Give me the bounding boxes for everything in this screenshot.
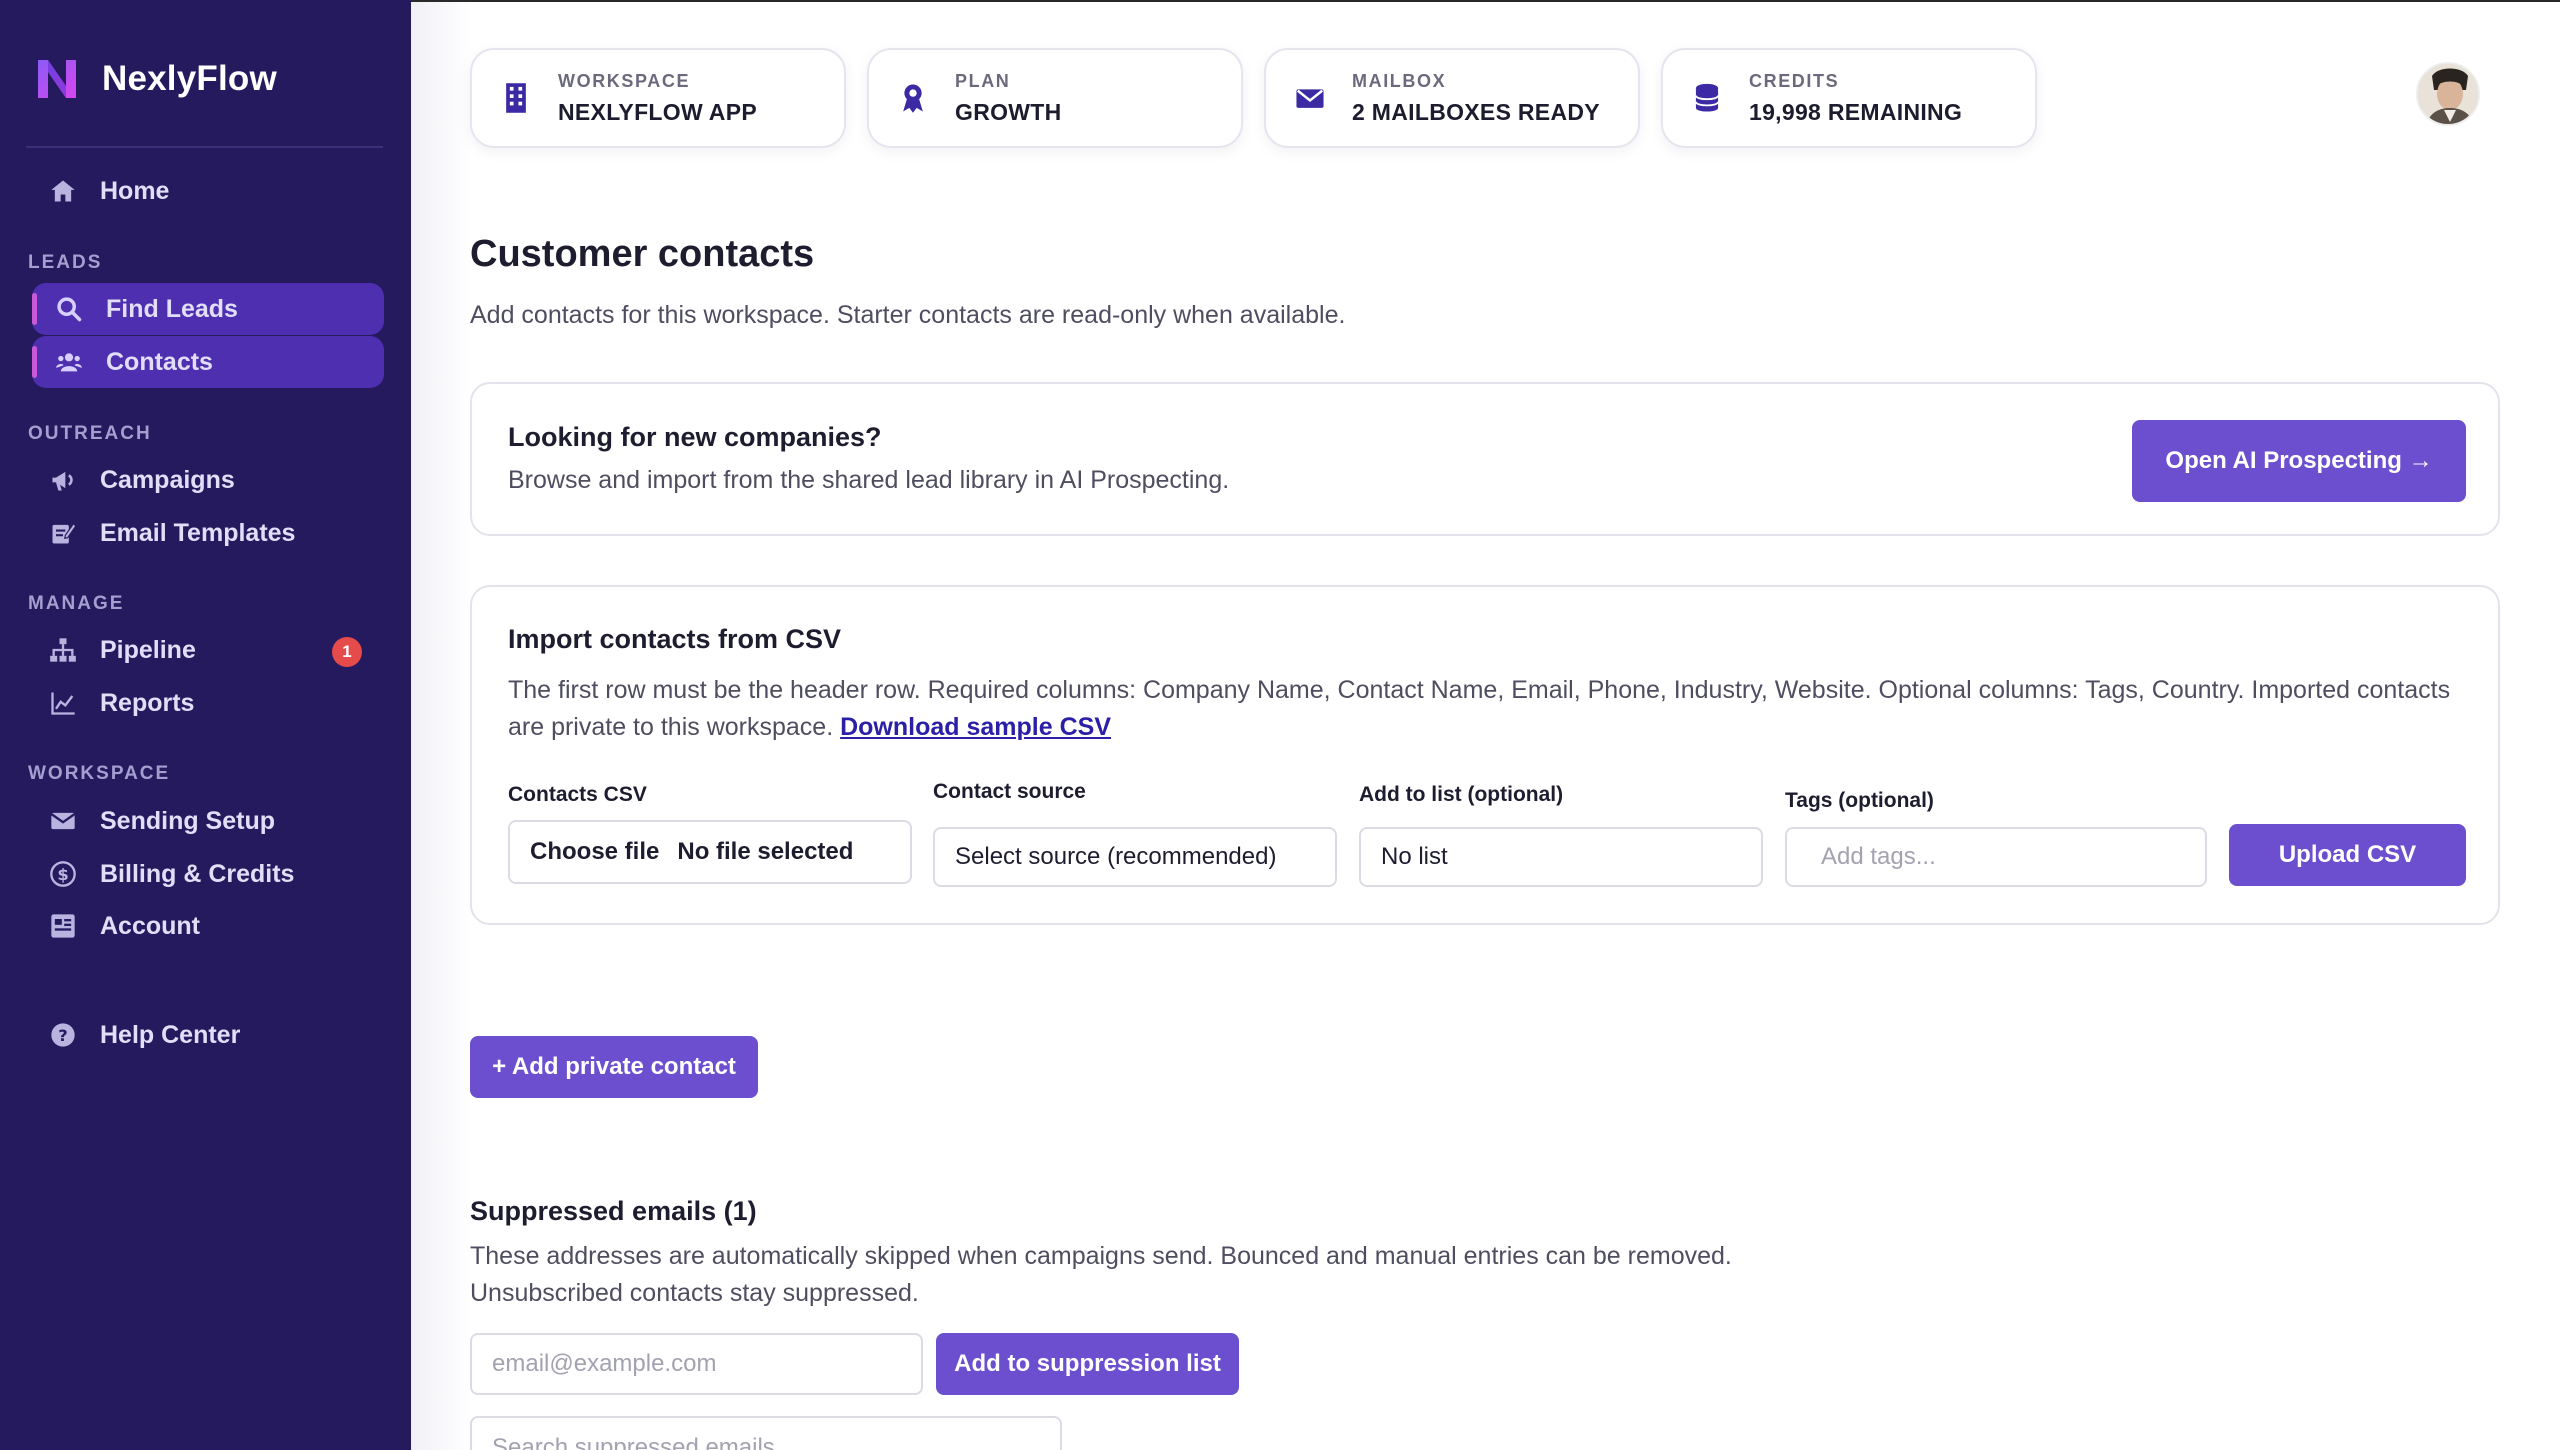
search-suppressed-input[interactable]: Search suppressed emails [470,1416,1062,1450]
sidebar-item-help-center[interactable]: ? Help Center [32,1009,384,1061]
tags-label: Tags (optional) [1785,789,1934,812]
sidebar-item-pipeline[interactable]: Pipeline 1 [32,624,384,676]
sidebar-item-label: Reports [100,688,195,717]
prospecting-text: Browse and import from the shared lead l… [508,466,1230,494]
sidebar-item-find-leads[interactable]: Find Leads [32,283,384,335]
nav-section-workspace: WORKSPACE [28,763,171,784]
envelope-icon [1294,81,1326,115]
tags-placeholder: Add tags... [1821,843,1936,870]
csv-import-text: The first row must be the header row. Re… [508,676,2451,741]
envelope-icon [48,806,78,836]
nav-section-manage: MANAGE [28,593,125,614]
stat-value: 2 MAILBOXES READY [1352,98,1600,125]
sidebar-item-label: Help Center [100,1020,241,1049]
brand[interactable]: NexlyFlow [34,52,277,106]
suppression-email-input[interactable]: email@example.com [470,1333,923,1395]
home-icon [48,176,78,206]
contact-source-select[interactable]: Select source (recommended) [933,827,1337,887]
search-icon [54,294,84,324]
sidebar-item-campaigns[interactable]: Campaigns [32,454,384,506]
search-placeholder: Search suppressed emails [492,1434,775,1450]
csv-import-description: The first row must be the header row. Re… [508,672,2468,746]
sidebar-item-home[interactable]: Home [32,165,384,217]
sidebar-item-label: Sending Setup [100,806,275,835]
stat-card-plan[interactable]: PLAN GROWTH [867,48,1243,148]
contacts-csv-file-input[interactable]: Choose file No file selected [508,820,912,884]
suppressed-emails-description: These addresses are automatically skippe… [470,1242,1732,1307]
csv-import-card: Import contacts from CSV The first row m… [470,585,2500,925]
line-chart-icon [48,688,78,718]
email-placeholder: email@example.com [492,1350,717,1377]
sidebar-item-label: Campaigns [100,465,235,494]
dollar-circle-icon: $ [48,859,78,889]
top-border [411,0,2560,2]
edit-document-icon [48,518,78,548]
account-card-icon [48,911,78,941]
csv-import-title: Import contacts from CSV [508,624,842,654]
sidebar-item-sending-setup[interactable]: Sending Setup [32,795,384,847]
page-title: Customer contacts [470,233,815,275]
stat-label: MAILBOX [1352,70,1447,91]
sidebar-item-label: Contacts [106,347,213,376]
stat-card-workspace[interactable]: WORKSPACE NEXLYFLOW APP [470,48,846,148]
stat-label: WORKSPACE [558,70,691,91]
pipeline-count-badge: 1 [332,637,362,667]
stat-label: CREDITS [1749,70,1840,91]
stat-value: 19,998 REMAINING [1749,98,1963,125]
contacts-csv-label: Contacts CSV [508,783,647,806]
add-to-suppression-list-button[interactable]: Add to suppression list [936,1333,1239,1395]
suppressed-emails-title: Suppressed emails (1) [470,1196,757,1226]
sidebar-divider [26,146,383,148]
download-sample-csv-link[interactable]: Download sample CSV [840,713,1111,741]
sidebar-item-reports[interactable]: Reports [32,677,384,729]
award-icon [897,81,929,115]
prospecting-card: Looking for new companies? Browse and im… [470,382,2500,536]
sidebar-item-label: Email Templates [100,518,296,547]
choose-file-button[interactable]: Choose file [530,838,659,866]
sidebar-item-label: Pipeline [100,635,196,664]
contact-source-label: Contact source [933,780,1086,803]
users-icon [54,347,84,377]
help-circle-icon: ? [48,1020,78,1050]
sidebar-item-label: Account [100,911,200,940]
nav-section-outreach: OUTREACH [28,423,152,444]
prospecting-title: Looking for new companies? [508,422,882,452]
sidebar-item-contacts[interactable]: Contacts [32,336,384,388]
nexlyflow-logo-icon [38,60,76,98]
sidebar-item-billing-credits[interactable]: $ Billing & Credits [32,848,384,900]
sidebar: NexlyFlow Home LEADS Find Leads Contacts… [0,0,411,1450]
stat-card-credits[interactable]: CREDITS 19,998 REMAINING [1661,48,2037,148]
open-ai-prospecting-button[interactable]: Open AI Prospecting → [2132,420,2466,502]
add-to-list-label: Add to list (optional) [1359,783,1564,806]
sidebar-item-label: Home [100,176,170,205]
user-avatar[interactable] [2416,62,2480,126]
sidebar-item-label: Billing & Credits [100,859,295,888]
megaphone-icon [48,465,78,495]
file-status: No file selected [677,838,854,865]
sitemap-icon [48,635,78,665]
upload-csv-button[interactable]: Upload CSV [2229,824,2466,886]
brand-name: NexlyFlow [102,59,277,98]
database-icon [1691,81,1723,115]
tags-input[interactable]: Add tags... [1785,827,2207,887]
add-private-contact-button[interactable]: + Add private contact [470,1036,758,1098]
page-subtitle: Add contacts for this workspace. Starter… [470,301,1346,329]
nav-section-leads: LEADS [28,252,103,273]
svg-text:$: $ [57,865,68,884]
stat-value: GROWTH [955,98,1062,125]
stat-value: NEXLYFLOW APP [558,98,757,125]
sidebar-item-label: Find Leads [106,294,238,323]
svg-text:?: ? [58,1026,67,1045]
sidebar-item-account[interactable]: Account [32,900,384,952]
stat-label: PLAN [955,70,1011,91]
add-to-list-select[interactable]: No list [1359,827,1763,887]
building-icon [500,81,532,115]
stat-card-mailbox[interactable]: MAILBOX 2 MAILBOXES READY [1264,48,1640,148]
sidebar-item-email-templates[interactable]: Email Templates [32,507,384,559]
